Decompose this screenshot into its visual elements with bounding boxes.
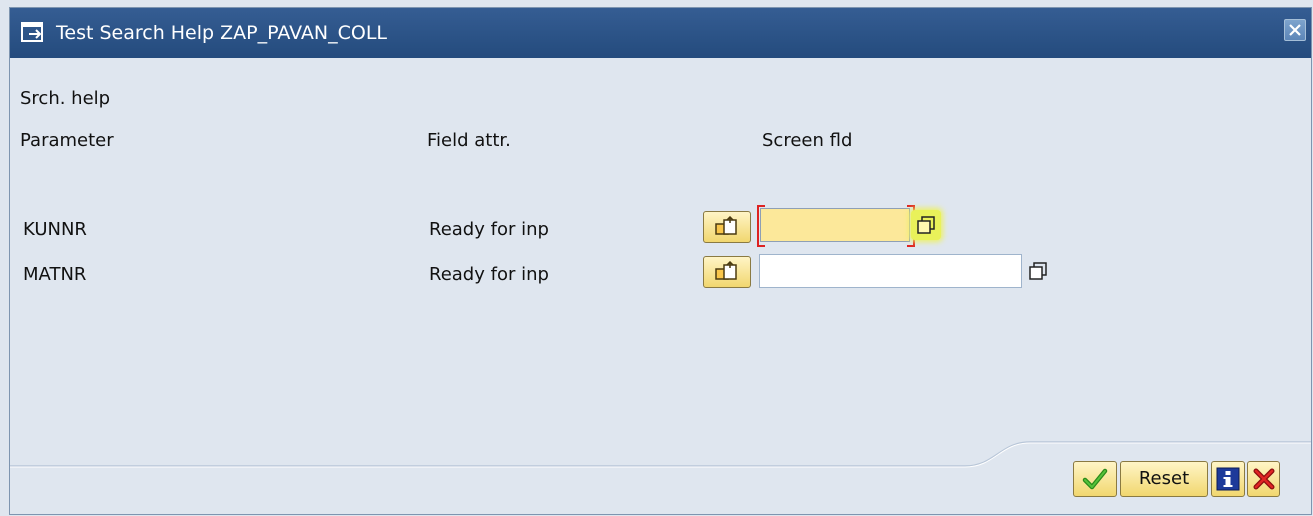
- column-header-screen-field: Screen fld: [762, 130, 853, 151]
- value-help-icon: [917, 216, 935, 234]
- dialog-title: Test Search Help ZAP_PAVAN_COLL: [56, 22, 388, 44]
- column-header-field-attr: Field attr.: [427, 130, 511, 151]
- execute-icon: [20, 20, 48, 46]
- field-attr-toggle-button-matnr[interactable]: [703, 256, 751, 288]
- screen-field-input-matnr[interactable]: [759, 254, 1022, 288]
- parameter-label-kunnr: KUNNR: [23, 219, 87, 240]
- value-help-button-matnr[interactable]: [1023, 256, 1053, 286]
- checkmark-icon: [1082, 468, 1108, 490]
- field-attr-matnr: Ready for inp: [429, 264, 549, 285]
- cancel-icon: [1253, 468, 1275, 490]
- search-help-label: Srch. help: [20, 88, 111, 109]
- dialog-titlebar: Test Search Help ZAP_PAVAN_COLL: [10, 8, 1311, 58]
- parameter-label-matnr: MATNR: [23, 264, 87, 285]
- ok-button[interactable]: [1073, 461, 1117, 497]
- close-icon: [1289, 24, 1301, 36]
- search-help-dialog: Test Search Help ZAP_PAVAN_COLL Srch. he…: [9, 7, 1312, 515]
- reset-button[interactable]: Reset: [1120, 461, 1208, 497]
- swap-attribute-icon: [715, 216, 737, 235]
- close-button[interactable]: [1284, 19, 1306, 41]
- screen-field-input-kunnr[interactable]: [760, 208, 910, 242]
- info-icon: [1216, 467, 1240, 491]
- value-help-icon: [1029, 262, 1047, 280]
- swap-attribute-icon: [715, 261, 737, 280]
- field-attr-toggle-button-kunnr[interactable]: [703, 211, 751, 243]
- info-button[interactable]: [1211, 461, 1245, 497]
- column-header-parameter: Parameter: [20, 130, 114, 151]
- cancel-button[interactable]: [1247, 461, 1280, 497]
- value-help-button-kunnr[interactable]: [911, 210, 941, 240]
- field-attr-kunnr: Ready for inp: [429, 219, 549, 240]
